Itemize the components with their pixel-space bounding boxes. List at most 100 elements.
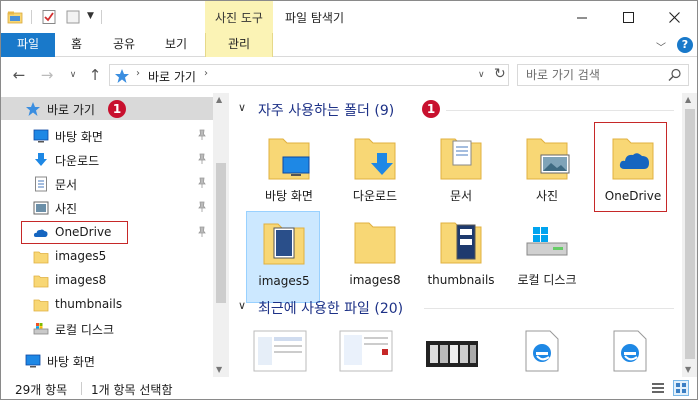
annotation-badge: 1: [422, 100, 440, 118]
picture-folder-icon: [526, 138, 570, 180]
collapse-chevron-icon[interactable]: ∨: [238, 299, 246, 312]
folder-tile-desktop[interactable]: 바탕 화면: [252, 127, 326, 219]
content-scrollbar[interactable]: ▲ ▼: [682, 93, 697, 377]
tab-home[interactable]: 홈: [71, 33, 82, 57]
folder-tile-images5[interactable]: images5: [246, 211, 320, 303]
sidebar-item-downloads[interactable]: 다운로드: [1, 148, 213, 171]
tab-file[interactable]: 파일: [1, 33, 55, 57]
search-box[interactable]: [517, 64, 689, 86]
folder-icon: [440, 222, 482, 264]
navigation-pane: 바로 가기 1 바탕 화면 다운로드 문서 사진 OneDrive images…: [1, 93, 229, 377]
scrollbar-thumb[interactable]: [685, 109, 695, 359]
scrollbar-thumb[interactable]: [216, 163, 226, 303]
search-input[interactable]: [526, 67, 666, 83]
address-dropdown-icon[interactable]: ∨: [478, 70, 485, 80]
sidebar-item-images8[interactable]: images8: [1, 269, 213, 292]
sidebar-item-pictures[interactable]: 사진: [1, 196, 213, 219]
pin-icon[interactable]: [197, 201, 207, 213]
details-view-icon[interactable]: [651, 381, 665, 395]
scroll-down-icon[interactable]: ▼: [685, 365, 691, 374]
scroll-up-icon[interactable]: ▲: [685, 95, 691, 104]
address-bar[interactable]: › 바로 가기 › ∨ ↻: [109, 64, 509, 86]
properties-icon[interactable]: [41, 9, 57, 25]
maximize-button[interactable]: [605, 1, 651, 33]
file-explorer-window: ▼ 사진 도구 파일 탐색기 파일 홈 공유 보기 관리 ﹀ ? ← → ∨ ↑: [0, 0, 698, 400]
breadcrumb-chevron-icon[interactable]: ›: [136, 68, 140, 79]
sidebar-item-images5[interactable]: images5: [1, 245, 213, 268]
frequent-folders-group-header[interactable]: ∨ 자주 사용하는 폴더 (9) 1: [234, 99, 674, 121]
drive-tile-local-disk[interactable]: 로컬 디스크: [510, 211, 584, 303]
refresh-icon[interactable]: ↻: [494, 66, 506, 82]
scroll-up-icon[interactable]: ▲: [216, 95, 222, 104]
onedrive-highlight-box: [21, 221, 128, 244]
drive-icon: [33, 323, 49, 335]
tab-manage[interactable]: 관리: [205, 33, 273, 57]
tile-label: images5: [258, 274, 310, 288]
sidebar-item-quick-access[interactable]: 바로 가기 1: [1, 97, 213, 120]
group-divider: [446, 110, 674, 111]
tile-label: 바탕 화면: [265, 189, 313, 203]
pin-icon[interactable]: [197, 153, 207, 165]
sidebar-item-desktop[interactable]: 바탕 화면: [1, 124, 213, 147]
search-icon[interactable]: [668, 68, 682, 82]
download-icon: [35, 153, 47, 166]
folder-tile-images8[interactable]: images8: [338, 211, 412, 303]
edge-file-icon[interactable]: [610, 329, 650, 373]
sidebar-item-label: 바탕 화면: [55, 130, 103, 144]
pin-icon[interactable]: [197, 177, 207, 189]
desktop-icon: [25, 354, 41, 368]
navigation-bar: ← → ∨ ↑ › 바로 가기 › ∨ ↻: [1, 58, 697, 92]
tab-view[interactable]: 보기: [165, 33, 187, 57]
context-tab-label: 사진 도구: [215, 11, 263, 25]
forward-arrow-icon[interactable]: →: [37, 65, 57, 85]
sidebar-item-local-disk[interactable]: 로컬 디스크: [1, 317, 213, 340]
recent-file-thumbnail[interactable]: [424, 339, 480, 369]
help-button[interactable]: ?: [677, 37, 693, 53]
picture-icon: [33, 201, 49, 215]
item-count: 29개 항목: [15, 383, 68, 397]
recent-files-group-header[interactable]: ∨ 최근에 사용한 파일 (20): [234, 297, 674, 319]
folder-app-icon[interactable]: [7, 9, 23, 25]
breadcrumb-chevron-icon[interactable]: ›: [204, 68, 208, 79]
back-arrow-icon[interactable]: ←: [9, 65, 29, 85]
folder-tile-thumbnails[interactable]: thumbnails: [424, 211, 498, 303]
sidebar-item-label: 다운로드: [55, 154, 100, 168]
window-title: 파일 탐색기: [285, 11, 345, 25]
tile-label: images8: [349, 273, 401, 287]
ribbon-tabs: 파일 홈 공유 보기 관리 ﹀ ?: [1, 33, 697, 57]
large-icons-view-icon[interactable]: [673, 380, 689, 396]
folder-tile-pictures[interactable]: 사진: [510, 127, 584, 219]
folder-tile-documents[interactable]: 문서: [424, 127, 498, 219]
tab-share[interactable]: 공유: [113, 33, 135, 57]
minimize-icon: [576, 17, 587, 18]
sidebar-item-label: 사진: [55, 202, 78, 216]
group-title: 자주 사용하는 폴더 (9): [258, 103, 395, 119]
nav-pane-scrollbar[interactable]: ▲ ▼: [213, 93, 229, 377]
sidebar-item-thumbnails[interactable]: thumbnails: [1, 293, 213, 316]
close-button[interactable]: [651, 1, 697, 33]
up-arrow-icon[interactable]: ↑: [85, 65, 105, 85]
sidebar-item-documents[interactable]: 문서: [1, 172, 213, 195]
content-pane: ∨ 자주 사용하는 폴더 (9) 1 바탕 화면 다운로드 문서 사진 OneD…: [230, 93, 682, 377]
folder-tile-downloads[interactable]: 다운로드: [338, 127, 412, 219]
new-folder-icon[interactable]: [65, 9, 81, 25]
minimize-button[interactable]: [559, 1, 605, 33]
recent-file-thumbnail[interactable]: [252, 329, 308, 373]
sidebar-item-label: thumbnails: [55, 297, 123, 311]
collapse-chevron-icon[interactable]: ∨: [238, 101, 246, 114]
document-folder-icon: [440, 138, 482, 180]
sidebar-item-desktop-root[interactable]: 바탕 화면: [1, 349, 213, 372]
recent-locations-icon[interactable]: ∨: [63, 65, 83, 85]
pin-icon[interactable]: [197, 226, 207, 238]
recent-file-thumbnail[interactable]: [338, 329, 394, 373]
scroll-down-icon[interactable]: ▼: [216, 365, 222, 374]
breadcrumb-current[interactable]: 바로 가기: [148, 68, 196, 85]
pin-icon[interactable]: [197, 129, 207, 141]
expand-ribbon-icon[interactable]: ﹀: [656, 39, 666, 54]
picture-tools-context-tab: 사진 도구: [205, 1, 273, 33]
quick-access-star-icon: [115, 69, 129, 83]
folder-icon: [33, 275, 49, 288]
edge-file-icon[interactable]: [522, 329, 562, 373]
folder-icon: [263, 223, 305, 265]
title-bar: ▼ 사진 도구 파일 탐색기: [1, 1, 697, 33]
